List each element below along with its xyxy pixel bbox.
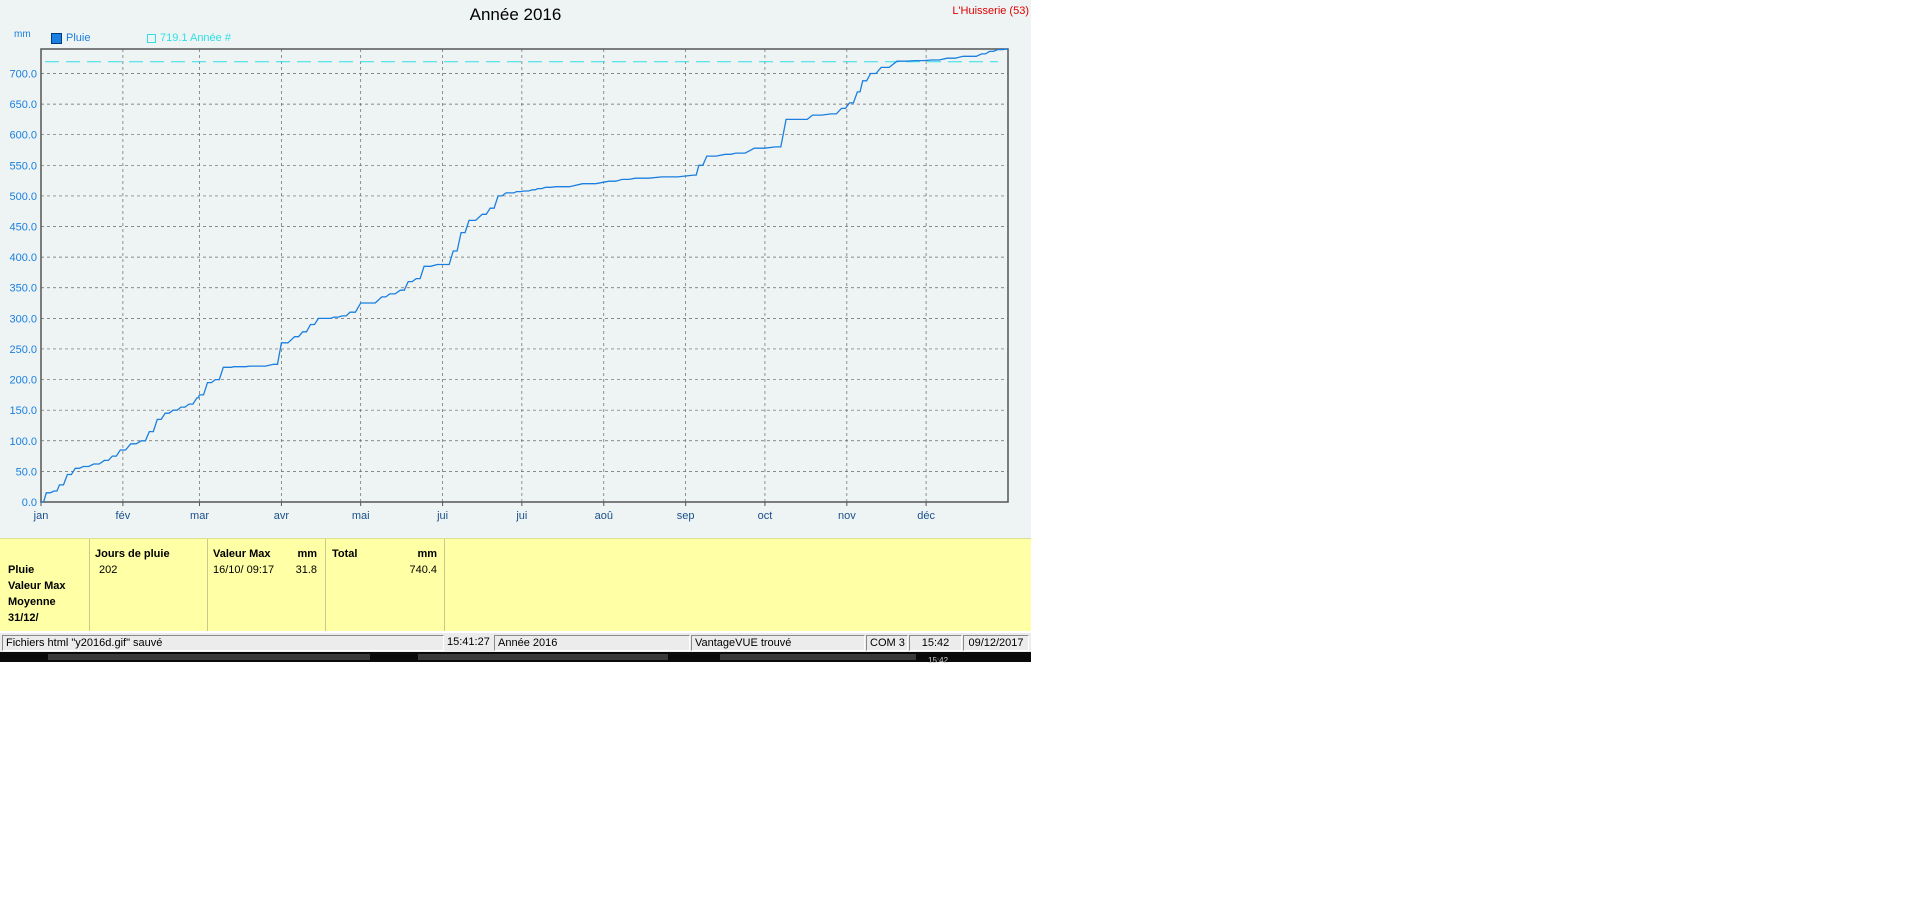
x-tick-label: fév [116,510,131,522]
y-tick-label: 400.0 [9,252,37,264]
summary-row-labels: Pluie Valeur Max Moyenne 31/12/ [0,539,90,631]
taskbar: 15:42 [0,652,1031,665]
max-header: Valeur Max [213,548,271,560]
x-tick-label: sep [677,510,695,522]
y-tick-label: 350.0 [9,283,37,295]
reference-checkbox-icon [147,33,156,43]
taskbar-item[interactable] [720,654,916,660]
max-unit: mm [297,548,317,560]
y-axis-unit: mm [14,29,31,40]
total-unit: mm [417,548,437,560]
x-tick-label: avr [274,510,290,522]
x-tick-label: mar [190,510,209,522]
y-tick-label: 300.0 [9,313,37,325]
summary-panel: Pluie Valeur Max Moyenne 31/12/ Jours de… [0,538,1031,631]
y-tick-label: 450.0 [9,222,37,234]
row-label-pluie: Pluie [8,564,35,576]
total-header: Total [332,548,358,560]
legend-series[interactable]: Pluie [51,32,90,44]
y-tick-label: 100.0 [9,436,37,448]
summary-col-total: Total mm 740.4 [326,539,445,631]
status-bar: Fichiers html "y2016d.gif" sauvé 15:41:2… [0,632,1031,653]
x-tick-label: jui [436,510,448,522]
y-tick-label: 500.0 [9,191,37,203]
legend-reference-label: 719.1 Année # [160,32,231,44]
status-period: Année 2016 [494,635,690,651]
x-tick-label: aoû [595,510,613,522]
total-value: 740.4 [409,564,437,576]
legend-series-label: Pluie [66,32,91,44]
plot-area [40,48,1009,503]
x-tick-label: nov [838,510,856,522]
y-tick-label: 550.0 [9,160,37,172]
x-tick-label: mai [352,510,370,522]
summary-col-jours: Jours de pluie 202 [90,539,208,631]
chart-title: Année 2016 [469,5,562,24]
summary-col-max: Valeur Max mm 16/10/ 09:17 31.8 [208,539,326,631]
taskbar-item[interactable] [418,654,668,660]
row-label-valeur-max: Valeur Max [8,580,66,592]
taskbar-clock: 15:42 [928,656,949,665]
jours-header: Jours de pluie [95,548,170,560]
status-station: VantageVUE trouvé [691,635,865,651]
y-tick-label: 0.0 [22,497,37,509]
y-tick-label: 650.0 [9,99,37,111]
application-window: 0.0 50.0 100.0 150.0 200.0 250.0 300.0 350.0 400… [0,0,1031,666]
x-tick-label: jui [515,510,527,522]
y-tick-label: 50.0 [16,466,37,478]
row-label-moyenne: Moyenne [8,596,56,608]
status-port: COM 3 [866,635,908,651]
series-color-swatch-icon [51,32,62,44]
legend-reference[interactable]: 719.1 Année # [147,32,231,44]
status-message: Fichiers html "y2016d.gif" sauvé [2,635,444,651]
status-date: 09/12/2017 [963,635,1029,651]
x-tick-label: oct [758,510,773,522]
rain-chart: 0.0 50.0 100.0 150.0 200.0 250.0 300.0 350.0 400… [9,48,1009,522]
jours-value: 202 [99,564,118,576]
station-name: L'Huisserie (53) [952,5,1029,17]
y-tick-label: 150.0 [9,405,37,417]
y-tick-label: 200.0 [9,375,37,387]
x-tick-label: jan [33,510,49,522]
status-clock: 15:42 [909,635,962,651]
y-tick-label: 700.0 [9,68,37,80]
y-tick-label: 250.0 [9,344,37,356]
y-tick-label: 600.0 [9,130,37,142]
max-date: 16/10/ 09:17 [213,564,275,576]
max-value: 31.8 [295,564,317,576]
row-label-date: 31/12/ [8,612,39,624]
status-time: 15:41:27 [447,636,490,648]
taskbar-item[interactable] [48,654,370,660]
x-tick-label: déc [917,510,935,522]
chart-panel: 0.0 50.0 100.0 150.0 200.0 250.0 300.0 350.0 400… [0,0,1031,538]
